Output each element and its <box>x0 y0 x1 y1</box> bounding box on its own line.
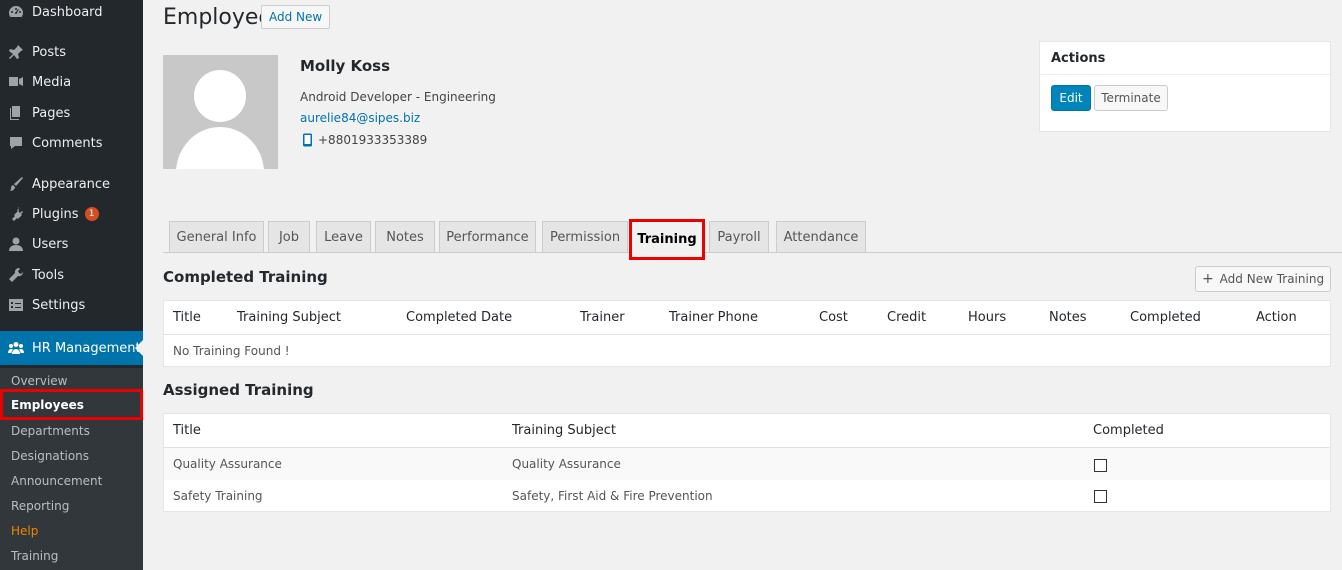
column-header-trainer-phone: Trainer Phone <box>669 310 758 325</box>
column-header-training-subject: Training Subject <box>237 310 342 325</box>
user-icon <box>8 236 24 252</box>
sidebar-item-pages[interactable]: Pages <box>0 98 143 128</box>
sidebar-item-label: Settings <box>32 297 86 313</box>
sidebar-item-media[interactable]: Media <box>0 67 143 97</box>
media-icon <box>8 74 24 90</box>
pin-icon <box>8 44 24 60</box>
employee-name: Molly Koss <box>300 57 391 75</box>
wrench-icon <box>8 267 24 283</box>
employee-role: Android Developer - Engineering <box>300 90 496 104</box>
pages-icon <box>8 105 24 121</box>
active-menu-arrow <box>135 340 143 356</box>
row-training-subject: Safety, First Aid & Fire Prevention <box>512 489 713 503</box>
submenu-item-departments[interactable]: Departments <box>0 418 143 443</box>
column-header-hours: Hours <box>968 310 1007 325</box>
tab-performance[interactable]: Performance <box>439 221 536 253</box>
sidebar-item-label: Pages <box>32 105 71 121</box>
plus-icon: + <box>1201 271 1214 287</box>
row-title: Quality Assurance <box>173 457 282 471</box>
tab-leave[interactable]: Leave <box>316 221 371 253</box>
actions-title: Actions <box>1051 51 1106 66</box>
employee-phone: +8801933353389 <box>302 133 427 147</box>
employee-avatar <box>163 55 278 169</box>
tab-job[interactable]: Job <box>268 221 310 253</box>
sidebar-item-label: Comments <box>32 135 103 151</box>
sidebar-item-tools[interactable]: Tools <box>0 260 143 290</box>
plugins-update-badge: 1 <box>84 207 99 221</box>
column-header-training-subject: Training Subject <box>512 423 617 438</box>
column-header-cost: Cost <box>819 310 848 325</box>
sidebar-item-label: Posts <box>32 44 66 60</box>
submenu-item-training[interactable]: Training <box>0 543 143 568</box>
tab-notes[interactable]: Notes <box>375 221 435 253</box>
completed-training-title: Completed Training <box>163 268 328 286</box>
hr-submenu: Overview Employees Departments Designati… <box>0 368 143 570</box>
add-new-training-button[interactable]: + Add New Training <box>1195 266 1331 292</box>
row-title: Safety Training <box>173 489 263 503</box>
assigned-training-table: Title Training Subject Completed Quality… <box>163 413 1331 512</box>
table-row <box>164 448 1330 480</box>
sidebar-item-settings[interactable]: Settings <box>0 290 143 320</box>
column-header-completed: Completed <box>1130 310 1201 325</box>
column-header-action: Action <box>1256 310 1297 325</box>
add-new-employee-button[interactable]: Add New <box>261 5 331 29</box>
submenu-item-reporting[interactable]: Reporting <box>0 493 143 518</box>
divider <box>1040 74 1330 75</box>
sidebar-item-label: Appearance <box>32 176 111 192</box>
tab-permission[interactable]: Permission <box>542 221 628 253</box>
tab-general-info[interactable]: General Info <box>169 221 264 253</box>
add-new-training-label: Add New Training <box>1219 272 1325 286</box>
sidebar-item-label: Dashboard <box>32 4 103 20</box>
completed-checkbox[interactable] <box>1094 490 1107 503</box>
column-header-credit: Credit <box>887 310 927 325</box>
edit-button[interactable]: Edit <box>1051 85 1091 111</box>
sidebar-item-label: Users <box>32 236 69 252</box>
sidebar-item-dashboard[interactable]: Dashboard <box>0 0 143 27</box>
plugin-icon <box>8 206 24 222</box>
terminate-button[interactable]: Terminate <box>1094 85 1168 111</box>
row-training-subject: Quality Assurance <box>512 457 621 471</box>
sidebar-item-comments[interactable]: Comments <box>0 128 143 158</box>
sidebar-item-label: Plugins <box>32 206 79 222</box>
column-header-title: Title <box>173 423 201 438</box>
sidebar-item-users[interactable]: Users <box>0 229 143 259</box>
sidebar-item-posts[interactable]: Posts <box>0 37 143 67</box>
tab-attendance[interactable]: Attendance <box>776 221 866 253</box>
column-header-trainer: Trainer <box>580 310 625 325</box>
actions-panel: Actions Edit Terminate <box>1039 41 1331 132</box>
column-header-completed-date: Completed Date <box>406 310 513 325</box>
submenu-item-announcement[interactable]: Announcement <box>0 468 143 493</box>
completed-checkbox[interactable] <box>1094 459 1107 472</box>
sidebar-item-hr-management[interactable]: HR Management <box>0 331 143 365</box>
brush-icon <box>8 176 24 192</box>
column-header-completed: Completed <box>1093 423 1164 438</box>
sidebar-item-label: Tools <box>32 267 65 283</box>
page-title: Employee <box>163 5 272 30</box>
sidebar-item-label: Media <box>32 74 72 90</box>
completed-training-table: Title Training Subject Completed Date Tr… <box>163 300 1331 367</box>
sidebar-item-appearance[interactable]: Appearance <box>0 169 143 199</box>
settings-icon <box>8 297 24 313</box>
empty-table-message: No Training Found ! <box>173 344 290 358</box>
tab-training[interactable]: Training <box>629 219 705 260</box>
submenu-item-employees[interactable]: Employees <box>0 389 143 420</box>
employee-email-link[interactable]: aurelie84@sipes.biz <box>300 111 420 125</box>
tab-payroll[interactable]: Payroll <box>709 221 769 253</box>
column-header-notes: Notes <box>1049 310 1087 325</box>
avatar-placeholder-icon <box>176 70 264 169</box>
sidebar-item-label: HR Management <box>32 340 141 356</box>
dashboard-icon <box>8 4 24 20</box>
comment-icon <box>8 135 24 151</box>
sidebar-item-plugins[interactable]: Plugins 1 <box>0 199 143 229</box>
column-header-title: Title <box>173 310 201 325</box>
employee-phone-number: +8801933353389 <box>318 133 428 147</box>
submenu-item-help[interactable]: Help <box>0 518 143 543</box>
mobile-phone-icon <box>302 133 313 147</box>
submenu-item-designations[interactable]: Designations <box>0 443 143 468</box>
divider <box>164 334 1330 335</box>
groups-icon <box>8 340 24 356</box>
assigned-training-title: Assigned Training <box>163 381 314 399</box>
admin-sidebar: Dashboard Posts Media Pages Comments App… <box>0 0 143 570</box>
